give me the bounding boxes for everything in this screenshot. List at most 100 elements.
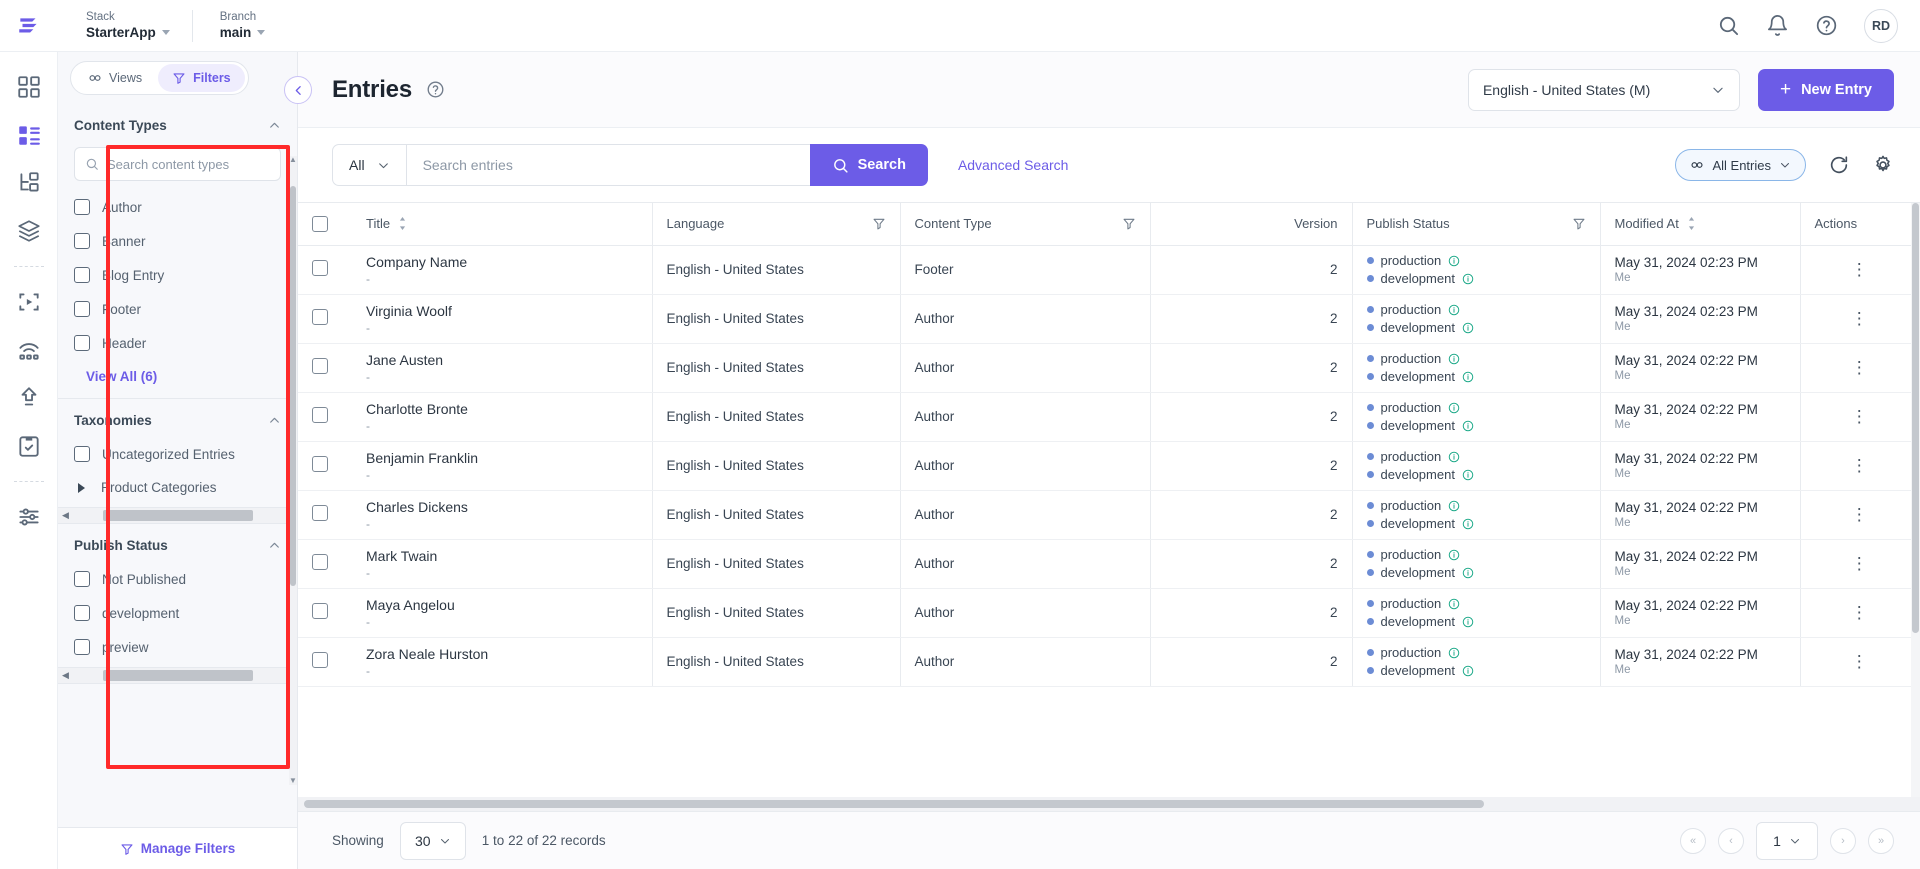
- row-actions-menu-icon[interactable]: ⋮: [1815, 653, 1905, 670]
- checkbox[interactable]: [74, 571, 90, 587]
- cell-title[interactable]: Maya Angelou -: [352, 588, 652, 638]
- cell-select[interactable]: [298, 392, 352, 442]
- row-actions-menu-icon[interactable]: ⋮: [1815, 310, 1905, 327]
- checkbox[interactable]: [74, 199, 90, 215]
- help-circle-icon[interactable]: [1815, 14, 1838, 37]
- info-icon[interactable]: [1462, 665, 1474, 677]
- cell-actions[interactable]: ⋮: [1799, 392, 1918, 442]
- webhooks-icon[interactable]: [16, 337, 42, 363]
- th-title[interactable]: Title: [352, 203, 652, 246]
- table-row[interactable]: Benjamin Franklin - English - United State…: [298, 441, 1918, 491]
- content-type-item-banner[interactable]: Banner: [74, 233, 281, 249]
- cell-select[interactable]: [298, 588, 352, 638]
- entry-title[interactable]: Benjamin Franklin: [366, 450, 638, 467]
- brand-logo[interactable]: [0, 13, 58, 39]
- info-icon[interactable]: [1462, 567, 1474, 579]
- cell-title[interactable]: Charles Dickens -: [352, 490, 652, 540]
- taxonomies-horizontal-scrollbar[interactable]: ◀ ▶: [58, 507, 297, 523]
- scrollbar-thumb[interactable]: [1912, 203, 1919, 633]
- page-size-selector[interactable]: 30: [399, 821, 466, 860]
- checkbox[interactable]: [74, 446, 90, 462]
- filter-icon[interactable]: [872, 217, 886, 231]
- scroll-up-icon[interactable]: ▲: [289, 156, 297, 164]
- page-number-selector[interactable]: 1: [1756, 821, 1818, 860]
- info-icon[interactable]: [1448, 255, 1460, 267]
- info-icon[interactable]: [1462, 616, 1474, 628]
- publish-status-item-preview[interactable]: preview: [74, 639, 281, 655]
- scroll-left-icon[interactable]: ◀: [62, 670, 69, 681]
- manage-filters-button[interactable]: Manage Filters: [58, 827, 297, 869]
- entry-title[interactable]: Zora Neale Hurston: [366, 646, 638, 663]
- view-selector-pill[interactable]: All Entries: [1675, 149, 1806, 181]
- info-icon[interactable]: [1448, 304, 1460, 316]
- info-icon[interactable]: [1448, 353, 1460, 365]
- publish-status-item-development[interactable]: development: [74, 605, 281, 621]
- view-all-content-types-link[interactable]: View All (6): [74, 369, 281, 384]
- sort-icon[interactable]: [1687, 217, 1696, 231]
- cell-actions[interactable]: ⋮: [1799, 441, 1918, 491]
- scrollbar-thumb[interactable]: [102, 670, 253, 681]
- content-models-icon[interactable]: [16, 170, 42, 196]
- filters-tab[interactable]: Filters: [158, 64, 245, 92]
- row-checkbox[interactable]: [312, 407, 328, 423]
- entry-title[interactable]: Maya Angelou: [366, 597, 638, 614]
- table-row[interactable]: Virginia Woolf - English - United States Au…: [298, 294, 1918, 344]
- bell-icon[interactable]: [1766, 14, 1789, 37]
- avatar[interactable]: RD: [1864, 8, 1898, 43]
- scrollbar-thumb[interactable]: [102, 510, 253, 521]
- content-types-header[interactable]: Content Types: [74, 118, 281, 133]
- views-tab[interactable]: Views: [74, 64, 156, 92]
- content-type-item-blog-entry[interactable]: Blog Entry: [74, 267, 281, 283]
- live-preview-icon[interactable]: [16, 289, 42, 315]
- cell-title[interactable]: Zora Neale Hurston -: [352, 637, 652, 687]
- content-type-item-footer[interactable]: Footer: [74, 301, 281, 317]
- info-icon[interactable]: [1448, 402, 1460, 414]
- filter-icon[interactable]: [1572, 217, 1586, 231]
- row-actions-menu-icon[interactable]: ⋮: [1815, 261, 1905, 278]
- cell-title[interactable]: Charlotte Bronte -: [352, 392, 652, 442]
- help-circle-icon[interactable]: [426, 80, 445, 99]
- cell-actions[interactable]: ⋮: [1799, 245, 1918, 295]
- cell-select[interactable]: [298, 441, 352, 491]
- row-checkbox[interactable]: [312, 505, 328, 521]
- scroll-down-icon[interactable]: ▼: [289, 777, 297, 785]
- cell-title[interactable]: Virginia Woolf -: [352, 294, 652, 344]
- entry-title[interactable]: Virginia Woolf: [366, 303, 638, 320]
- new-entry-button[interactable]: + New Entry: [1757, 68, 1894, 111]
- previous-page-button[interactable]: ‹: [1718, 827, 1744, 854]
- row-actions-menu-icon[interactable]: ⋮: [1815, 457, 1905, 474]
- taxonomy-item-uncategorized[interactable]: Uncategorized Entries: [74, 446, 281, 462]
- tasks-icon[interactable]: [16, 433, 42, 459]
- search-button[interactable]: Search: [809, 144, 928, 186]
- th-modified-at[interactable]: Modified At: [1599, 203, 1800, 246]
- content-type-item-author[interactable]: Author: [74, 199, 281, 215]
- sidebar-vertical-scrollbar[interactable]: ▲ ▼: [289, 156, 297, 785]
- cell-actions[interactable]: ⋮: [1799, 343, 1918, 393]
- row-checkbox[interactable]: [312, 260, 328, 276]
- entry-title[interactable]: Jane Austen: [366, 352, 638, 369]
- entry-title[interactable]: Mark Twain: [366, 548, 638, 565]
- cell-actions[interactable]: ⋮: [1799, 588, 1918, 638]
- scrollbar-thumb[interactable]: [290, 186, 296, 586]
- info-icon[interactable]: [1448, 500, 1460, 512]
- cell-title[interactable]: Mark Twain -: [352, 539, 652, 589]
- first-page-button[interactable]: «: [1680, 827, 1706, 854]
- row-checkbox[interactable]: [312, 603, 328, 619]
- table-row[interactable]: Charlotte Bronte - English - United States…: [298, 392, 1918, 442]
- stack-switcher[interactable]: Stack StarterApp: [58, 8, 192, 44]
- info-icon[interactable]: [1448, 598, 1460, 610]
- assets-icon[interactable]: [16, 218, 42, 244]
- row-checkbox[interactable]: [312, 554, 328, 570]
- cell-select[interactable]: [298, 637, 352, 687]
- next-page-button[interactable]: ›: [1830, 827, 1856, 854]
- row-actions-menu-icon[interactable]: ⋮: [1815, 506, 1905, 523]
- advanced-search-link[interactable]: Advanced Search: [958, 157, 1069, 173]
- scrollbar-thumb[interactable]: [304, 800, 1484, 808]
- cell-actions[interactable]: ⋮: [1799, 539, 1918, 589]
- info-icon[interactable]: [1448, 647, 1460, 659]
- checkbox[interactable]: [74, 335, 90, 351]
- info-icon[interactable]: [1462, 518, 1474, 530]
- content-type-item-header[interactable]: Header: [74, 335, 281, 351]
- row-checkbox[interactable]: [312, 309, 328, 325]
- checkbox[interactable]: [74, 605, 90, 621]
